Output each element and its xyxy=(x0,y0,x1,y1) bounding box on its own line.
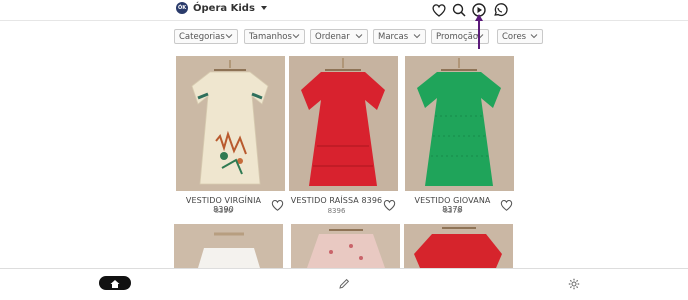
dress-image xyxy=(174,224,283,268)
filter-ordenar[interactable]: Ordenar xyxy=(310,29,368,44)
dress-image xyxy=(291,224,400,268)
search-icon[interactable] xyxy=(451,2,467,18)
dress-image xyxy=(405,56,514,191)
filter-label: Cores xyxy=(502,31,527,42)
filter-tamanhos[interactable]: Tamanhos xyxy=(244,29,305,44)
chevron-down-icon xyxy=(530,34,538,39)
product-code: 8396 xyxy=(327,207,346,215)
filter-marcas[interactable]: Marcas xyxy=(373,29,426,44)
home-icon xyxy=(110,280,120,288)
pencil-icon[interactable] xyxy=(338,278,350,290)
product-code: 8378 xyxy=(443,207,462,215)
annotation-arrow xyxy=(475,14,483,49)
bottom-nav xyxy=(0,268,688,300)
product-image[interactable] xyxy=(176,56,285,191)
chevron-down-icon xyxy=(292,34,300,39)
product-code: 8390 xyxy=(214,207,233,215)
filter-categorias[interactable]: Categorias xyxy=(174,29,238,44)
heart-icon[interactable] xyxy=(431,2,447,18)
product-image[interactable] xyxy=(291,224,400,268)
filter-label: Promoção xyxy=(436,31,479,42)
home-button[interactable] xyxy=(99,276,131,290)
whatsapp-icon[interactable] xyxy=(492,2,508,18)
chevron-down-icon xyxy=(413,34,421,39)
heart-icon[interactable] xyxy=(382,198,397,212)
product-image[interactable] xyxy=(289,56,398,191)
chevron-down-icon xyxy=(225,34,233,39)
filter-label: Tamanhos xyxy=(249,31,292,42)
heart-icon[interactable] xyxy=(270,198,285,212)
product-title[interactable]: VESTIDO RAÍSSA 8396 xyxy=(289,196,384,205)
filter-label: Ordenar xyxy=(315,31,350,42)
product-image[interactable] xyxy=(174,224,283,268)
product-image[interactable] xyxy=(405,56,514,191)
filter-label: Categorias xyxy=(179,31,225,42)
top-bar: ÓK Ópera Kids xyxy=(0,0,688,21)
filter-cores[interactable]: Cores xyxy=(497,29,543,44)
dress-image xyxy=(176,56,285,191)
heart-icon[interactable] xyxy=(499,198,514,212)
brand-logo: ÓK xyxy=(176,2,188,14)
brand-name: Ópera Kids xyxy=(193,2,255,14)
gear-icon[interactable] xyxy=(568,278,580,290)
filter-label: Marcas xyxy=(378,31,409,42)
brand-selector[interactable]: ÓK Ópera Kids xyxy=(176,2,267,14)
dress-image xyxy=(404,224,513,268)
caret-down-icon xyxy=(260,6,267,10)
dress-image xyxy=(289,56,398,191)
chevron-down-icon xyxy=(355,34,363,39)
product-image[interactable] xyxy=(404,224,513,268)
